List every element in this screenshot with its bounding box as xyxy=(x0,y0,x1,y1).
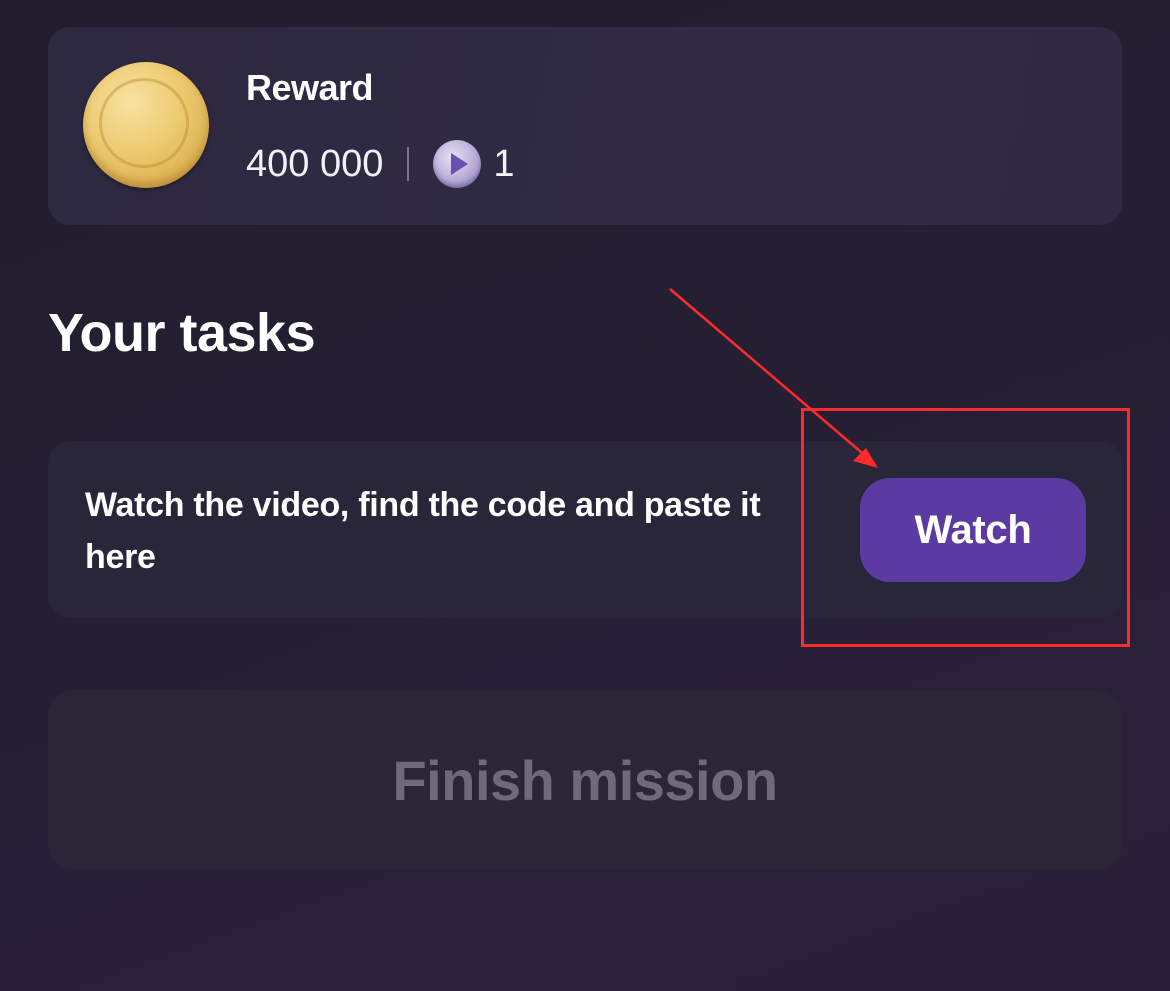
finish-mission-button[interactable]: Finish mission xyxy=(48,690,1122,870)
reward-amount: 400 000 xyxy=(246,142,384,185)
reward-values: 400 000 1 xyxy=(246,139,515,189)
annotation-highlight-box xyxy=(801,408,1130,647)
reward-card: Reward 400 000 1 xyxy=(48,27,1122,225)
reward-divider xyxy=(407,147,410,181)
tasks-heading: Your tasks xyxy=(48,303,316,363)
task-description: Watch the video, find the code and paste… xyxy=(85,486,761,576)
gold-coin-icon xyxy=(83,62,209,188)
play-token-icon xyxy=(433,140,482,188)
reward-title: Reward xyxy=(246,67,374,108)
reward-token-count: 1 xyxy=(493,142,515,185)
